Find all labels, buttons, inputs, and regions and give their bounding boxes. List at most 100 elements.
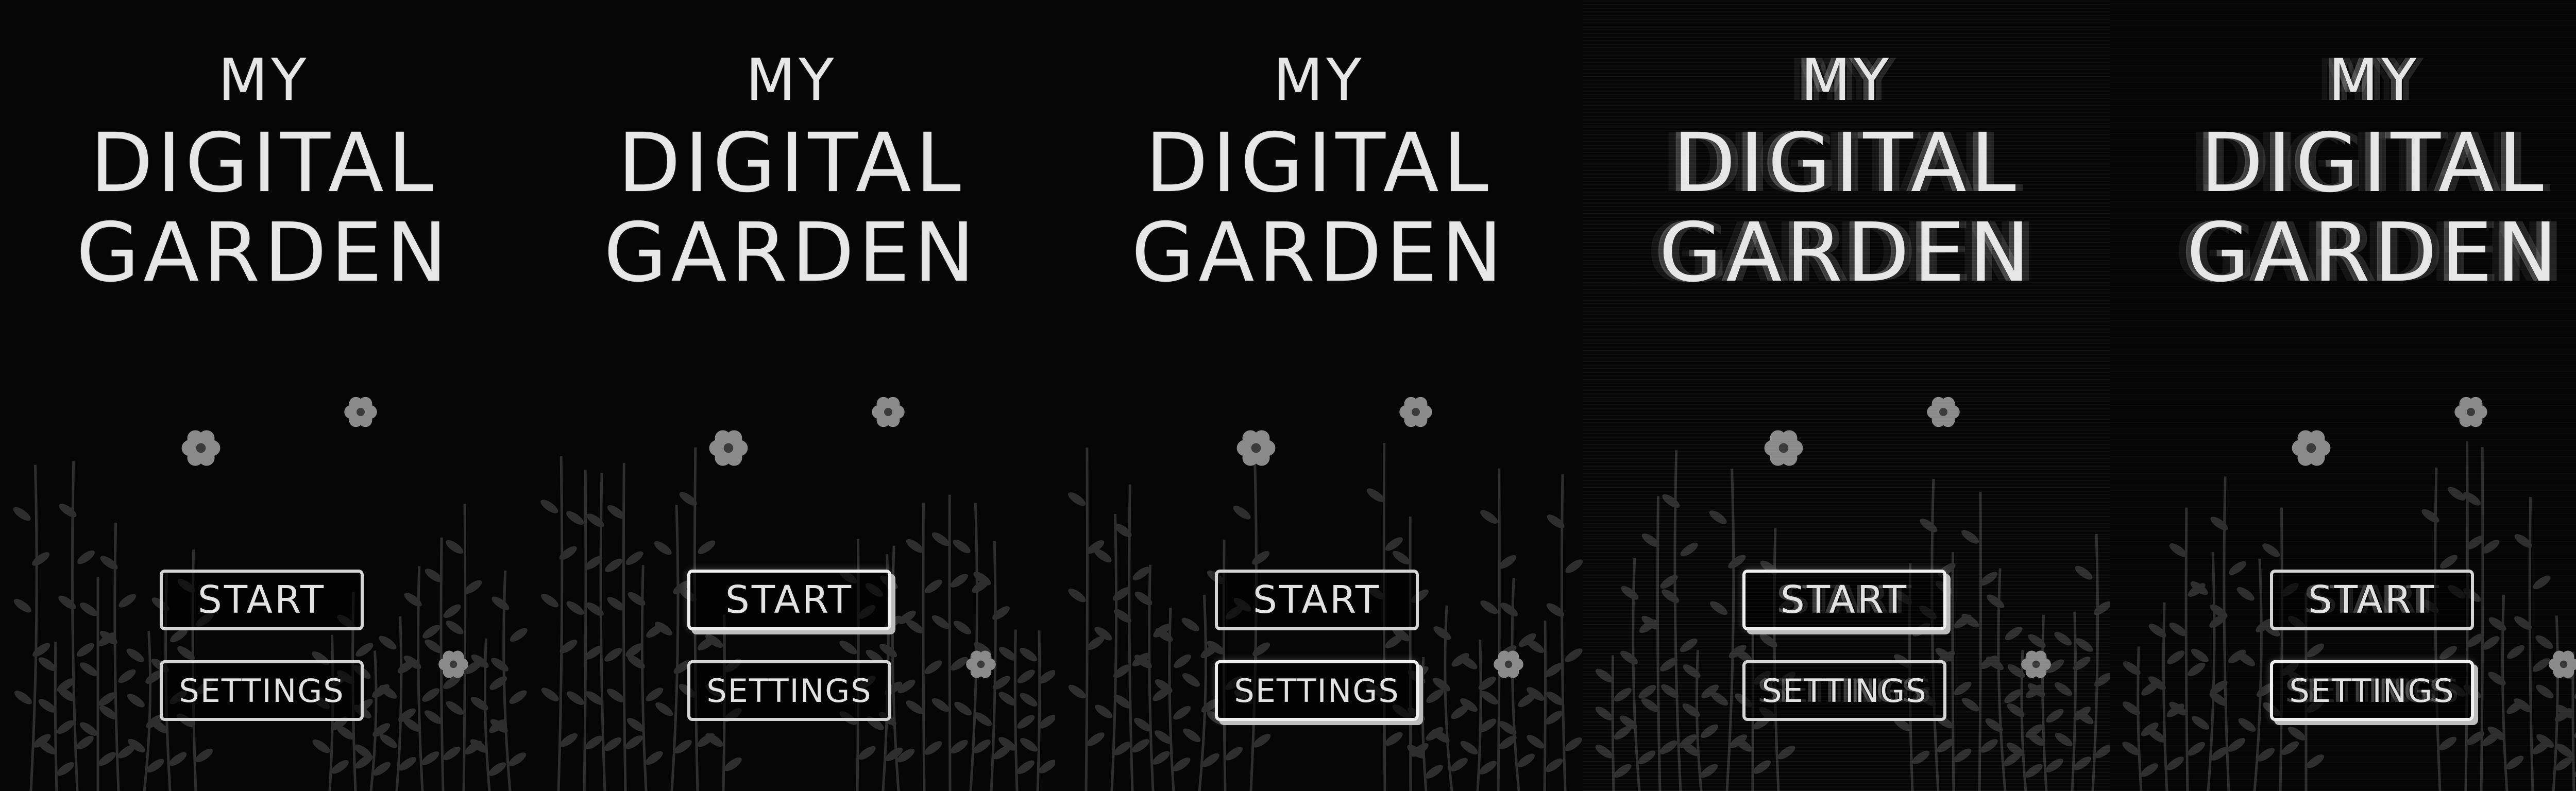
leaf-icon: [1183, 728, 1201, 743]
leaf-icon: [100, 556, 118, 570]
start-button[interactable]: START: [160, 570, 364, 630]
leaf-icon: [1527, 735, 1545, 749]
leaf-icon: [2507, 645, 2525, 659]
leaf-icon: [2141, 763, 2159, 777]
plant-icon: [2528, 496, 2534, 791]
leaf-icon: [950, 574, 968, 588]
leaf-icon: [509, 690, 527, 704]
leaf-icon: [1173, 758, 1191, 771]
flower-icon: [872, 397, 905, 427]
leaf-icon: [2281, 741, 2299, 755]
leaf-icon: [1614, 764, 1632, 778]
leaf-icon: [924, 579, 942, 593]
game-title: MY DIGITAL GARDEN: [528, 51, 1055, 294]
leaf-icon: [2054, 631, 2072, 646]
title-line-garden: GARDEN: [2187, 205, 2562, 300]
title-line-digital: DIGITAL: [618, 116, 965, 211]
leaf-icon: [79, 602, 98, 616]
leaf-icon: [1095, 704, 1113, 718]
leaf-icon: [76, 735, 94, 750]
plant-icon: [1084, 448, 1089, 791]
leaf-icon: [1181, 617, 1199, 632]
leaf-icon: [1954, 681, 1972, 695]
leaf-icon: [32, 643, 50, 657]
leaf-icon: [2167, 650, 2185, 664]
leaf-icon: [2055, 682, 2073, 696]
leaf-icon: [1425, 765, 1443, 779]
leaf-icon: [489, 676, 507, 690]
leaf-icon: [57, 720, 75, 734]
leaf-icon: [1683, 664, 1701, 678]
leaf-icon: [1480, 510, 1498, 524]
leaf-icon: [126, 648, 144, 662]
leaf-icon: [1450, 758, 1468, 772]
settings-button[interactable]: SETTINGS: [1742, 660, 1946, 721]
leaf-icon: [2075, 565, 2093, 580]
leaf-icon: [625, 551, 643, 565]
leaf-icon: [655, 702, 673, 716]
leaf-icon: [645, 751, 663, 765]
leaf-icon: [2439, 736, 2457, 751]
leaf-icon: [1020, 693, 1038, 707]
leaf-icon: [488, 762, 506, 776]
leaf-icon: [1527, 639, 1545, 653]
start-button[interactable]: START: [687, 570, 891, 630]
start-button[interactable]: START: [1742, 570, 1946, 630]
settings-button[interactable]: SETTINGS: [687, 660, 891, 721]
plant-icon: [1656, 496, 1662, 791]
leaf-icon: [2306, 643, 2325, 658]
settings-button[interactable]: SETTINGS: [2270, 660, 2474, 721]
leaf-icon: [421, 751, 439, 765]
title-line-digital: DIGITAL: [1673, 116, 2020, 211]
flower-icon: [181, 430, 221, 466]
leaf-icon: [2075, 638, 2093, 652]
leaf-icon: [2287, 727, 2306, 741]
leaf-icon: [586, 602, 604, 616]
leaf-icon: [1460, 741, 1478, 755]
flower-icon: [966, 650, 996, 678]
plant-icon: [583, 470, 587, 791]
leaf-icon: [1094, 548, 1112, 563]
leaf-icon: [2262, 543, 2280, 557]
plant-icon: [1611, 655, 1615, 791]
leaf-icon: [1700, 764, 1718, 778]
leaf-icon: [1614, 687, 1632, 702]
leaf-icon: [32, 552, 50, 566]
leaf-icon: [1980, 739, 1998, 753]
leaf-icon: [2488, 617, 2506, 631]
frame-2: MY DIGITAL GARDEN START SETTINGS: [528, 0, 1055, 791]
leaf-icon: [355, 643, 374, 657]
leaf-icon: [2028, 634, 2046, 648]
game-title: MY DIGITAL GARDEN: [1055, 51, 1583, 294]
leaf-icon: [76, 643, 94, 657]
leaf-icon: [2439, 646, 2458, 660]
leaf-icon: [2191, 648, 2209, 663]
garden-background: [540, 397, 1055, 791]
leaf-icon: [924, 741, 942, 755]
leaf-icon: [2506, 755, 2524, 769]
leaf-icon: [1480, 600, 1498, 614]
game-title: MY DIGITAL GARDEN: [1583, 51, 2110, 294]
leaf-icon: [509, 752, 527, 766]
leaf-icon: [1621, 586, 1639, 600]
plant-icon: [2184, 507, 2189, 791]
leaf-icon: [2439, 555, 2458, 569]
leaf-icon: [625, 735, 643, 749]
flower-icon: [344, 397, 377, 427]
garden-background: [1595, 397, 2110, 791]
plant-icon: [2137, 646, 2143, 791]
start-button[interactable]: START: [2270, 570, 2474, 630]
leaf-icon: [379, 635, 397, 650]
leaf-icon: [954, 701, 972, 716]
leaf-icon: [559, 546, 577, 560]
leaf-icon: [931, 698, 950, 712]
leaf-icon: [1016, 760, 1035, 774]
plant-icon: [1497, 468, 1501, 791]
leaf-icon: [1020, 647, 1038, 662]
settings-button[interactable]: SETTINGS: [160, 660, 364, 721]
start-button[interactable]: START: [1215, 570, 1419, 630]
garden-background: [13, 397, 528, 791]
leaf-icon: [13, 598, 31, 613]
frame-5: MY DIGITAL GARDEN START SETTINGS: [2110, 0, 2576, 791]
settings-button[interactable]: SETTINGS: [1215, 660, 1419, 721]
